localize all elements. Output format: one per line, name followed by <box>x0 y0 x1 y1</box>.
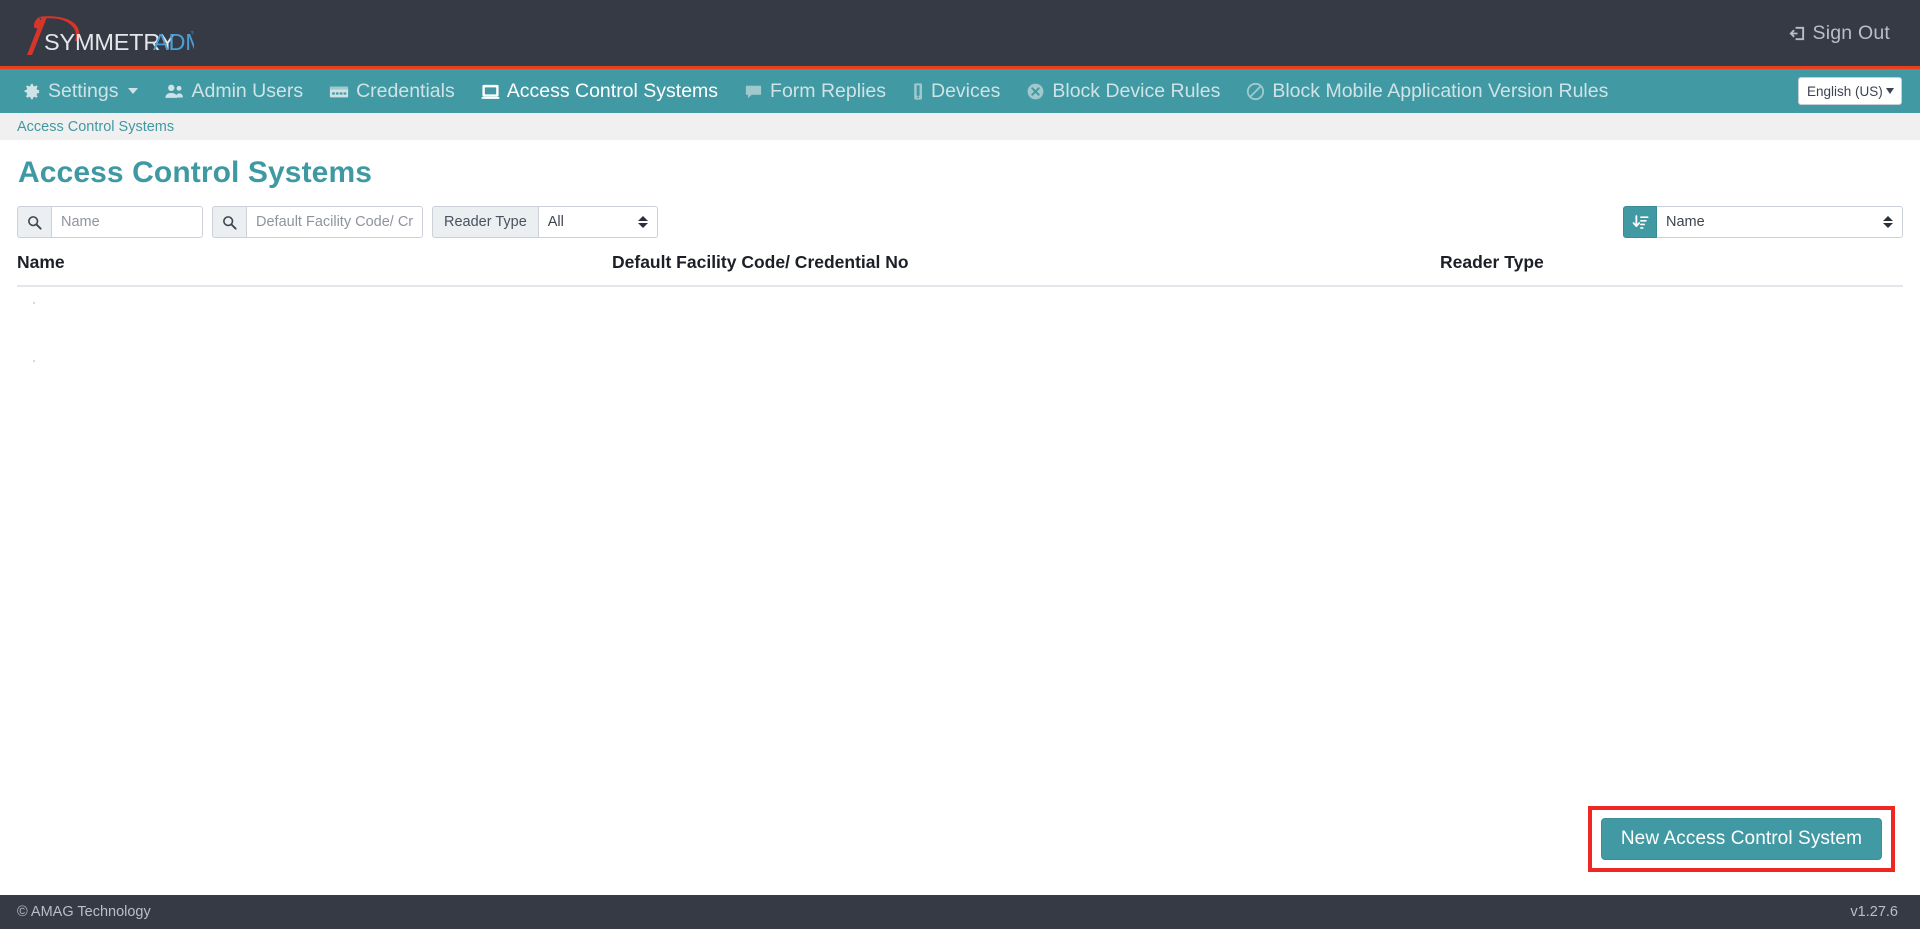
comment-icon <box>745 85 762 98</box>
new-access-control-system-button[interactable]: New Access Control System <box>1600 818 1882 860</box>
nav-items: Settings Admin Users Credentials Access … <box>22 69 1621 113</box>
breadcrumb-item-access-control-systems[interactable]: Access Control Systems <box>17 119 174 135</box>
users-icon <box>165 84 184 98</box>
filter-toolbar: Reader Type All <box>17 206 1903 238</box>
app-root: SYMMETRY ADMIN ™ Sign Out Settings <box>0 0 1920 929</box>
chevron-down-icon <box>1886 88 1894 94</box>
main-content: Access Control Systems Name Default Faci… <box>0 140 1920 895</box>
reader-type-select[interactable]: All <box>537 206 658 238</box>
times-circle-icon <box>1027 83 1044 99</box>
language-select[interactable]: English (US) <box>1798 77 1902 105</box>
sort-field-value: Name <box>1666 214 1705 230</box>
nav-item-label: Form Replies <box>770 79 886 102</box>
search-icon[interactable] <box>17 206 51 238</box>
sort-field-select[interactable]: Name <box>1657 206 1903 238</box>
facility-search-group <box>212 206 423 238</box>
credential-card-icon <box>330 86 349 97</box>
sort-group: Name <box>1623 206 1903 238</box>
highlight-annotation: New Access Control System <box>1587 806 1895 872</box>
table-header-row: Name Default Facility Code/ Credential N… <box>17 250 1903 287</box>
nav-item-form-replies[interactable]: Form Replies <box>731 69 899 113</box>
search-icon[interactable] <box>212 206 246 238</box>
footer-version: v1.27.6 <box>1850 904 1898 920</box>
eagle-head-logo: SYMMETRY ADMIN ™ <box>27 16 194 55</box>
reader-type-group: Reader Type All <box>432 206 658 238</box>
svg-text:ADMIN: ADMIN <box>153 29 194 55</box>
updown-spinner-icon <box>637 216 648 228</box>
page-title: Access Control Systems <box>18 156 373 189</box>
nav-item-credentials[interactable]: Credentials <box>316 69 468 113</box>
empty-row-marker <box>33 360 35 362</box>
ban-icon <box>1247 82 1265 100</box>
sort-amount-down-icon <box>1632 214 1648 229</box>
nav-item-devices[interactable]: Devices <box>899 69 1013 113</box>
chevron-down-icon <box>128 88 139 94</box>
sign-out-icon <box>1789 26 1804 40</box>
nav-item-label: Block Mobile Application Version Rules <box>1272 79 1609 102</box>
access-control-panel-icon <box>481 84 500 99</box>
sign-out-button[interactable]: Sign Out <box>1787 22 1894 45</box>
nav-item-label: Access Control Systems <box>506 79 719 102</box>
updown-spinner-icon <box>1883 216 1893 228</box>
nav-item-block-device-rules[interactable]: Block Device Rules <box>1013 69 1233 113</box>
nav-item-label: Devices <box>931 79 1001 102</box>
mobile-device-icon <box>914 82 922 100</box>
svg-text:™: ™ <box>190 30 194 39</box>
action-area: New Access Control System <box>1587 806 1895 872</box>
search-icon-glyph <box>28 215 42 230</box>
language-select-value: English (US) <box>1807 83 1883 99</box>
breadcrumb: Access Control Systems <box>0 113 1920 140</box>
column-header-reader-type[interactable]: Reader Type <box>1440 250 1903 287</box>
search-icon-glyph <box>223 215 237 230</box>
nav-item-settings[interactable]: Settings <box>22 69 151 113</box>
main-nav: Settings Admin Users Credentials Access … <box>0 66 1920 113</box>
empty-row-marker <box>33 302 35 304</box>
top-bar: SYMMETRY ADMIN ™ Sign Out <box>0 0 1920 66</box>
column-header-name[interactable]: Name <box>17 250 612 287</box>
results-table-wrap: Name Default Facility Code/ Credential N… <box>17 250 1903 895</box>
nav-item-label: Admin Users <box>191 79 304 102</box>
nav-item-block-mobile-application-version-rules[interactable]: Block Mobile Application Version Rules <box>1233 69 1621 113</box>
sign-out-label: Sign Out <box>1812 21 1890 44</box>
reader-type-label: Reader Type <box>432 206 538 238</box>
filters-left-group: Reader Type All <box>17 206 658 238</box>
brand-logo[interactable]: SYMMETRY ADMIN ™ <box>22 10 194 56</box>
access-control-systems-table: Name Default Facility Code/ Credential N… <box>17 250 1903 287</box>
footer: © AMAG Technology v1.27.6 <box>0 895 1920 929</box>
table-head: Name Default Facility Code/ Credential N… <box>17 250 1903 287</box>
sort-direction-button[interactable] <box>1623 206 1657 238</box>
nav-item-label: Block Device Rules <box>1052 79 1221 102</box>
name-search-group <box>17 206 203 238</box>
nav-item-label: Credentials <box>356 79 455 102</box>
search-input-facility-code[interactable] <box>246 206 423 238</box>
reader-type-select-value: All <box>547 214 564 230</box>
gear-icon <box>24 83 40 99</box>
search-input-name[interactable] <box>51 206 203 238</box>
nav-item-label: Settings <box>48 79 119 102</box>
column-header-default-facility-code[interactable]: Default Facility Code/ Credential No <box>612 250 1440 287</box>
nav-item-admin-users[interactable]: Admin Users <box>151 69 316 113</box>
footer-copyright: © AMAG Technology <box>17 904 151 920</box>
nav-item-access-control-systems[interactable]: Access Control Systems <box>468 69 731 113</box>
